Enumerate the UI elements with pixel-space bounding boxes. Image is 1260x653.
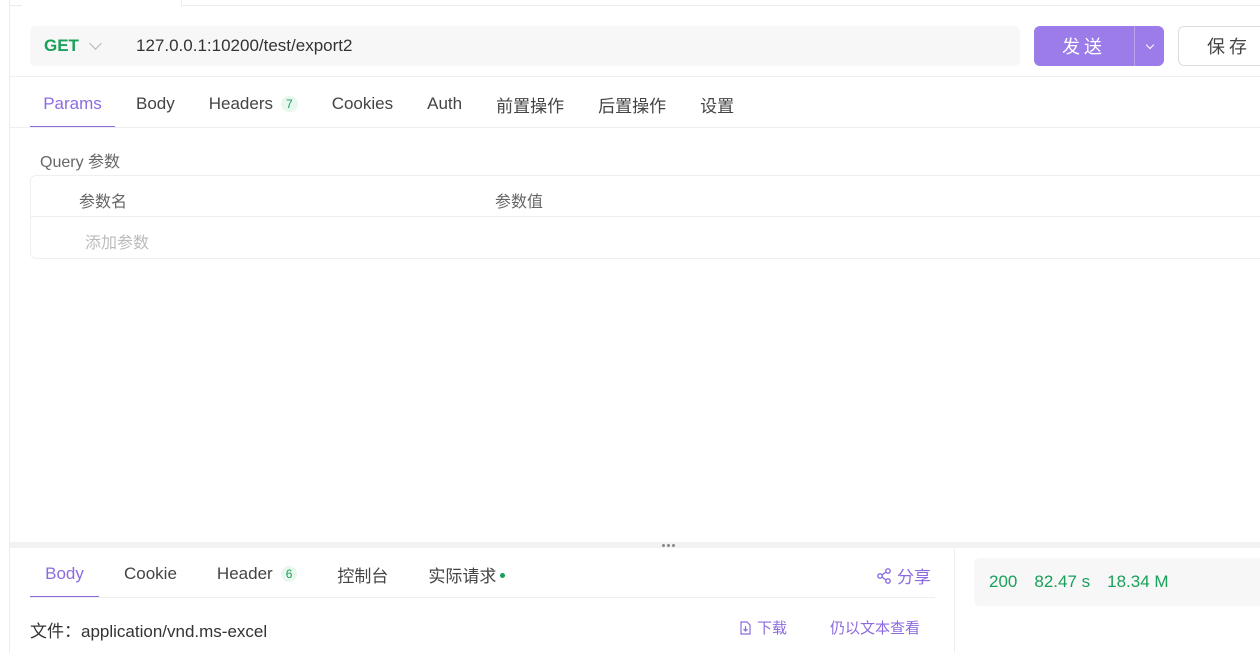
download-label: 下载: [757, 620, 788, 637]
tab-label: Auth: [427, 94, 463, 113]
share-icon: [877, 567, 891, 584]
tab-label: Params: [43, 94, 102, 113]
send-dropdown-button[interactable]: [1134, 26, 1164, 66]
response-tab-console[interactable]: 控制台: [337, 550, 388, 598]
tab-auth[interactable]: Auth: [427, 80, 462, 128]
chevron-down-icon: [1145, 40, 1154, 49]
divider: [10, 127, 1260, 128]
header-count-badge: 6: [280, 566, 298, 582]
tab-label: 后置操作: [598, 96, 667, 116]
headers-count-badge: 7: [281, 96, 298, 112]
request-tabs: Params Body Headers 7 Cookies Auth 前置操作 …: [30, 80, 734, 128]
divider: [10, 76, 1260, 77]
tab-label: Cookies: [331, 94, 394, 113]
column-header-name: 参数名: [79, 194, 128, 211]
active-document-tab[interactable]: [22, 0, 182, 6]
divider: [954, 548, 955, 653]
status-dot-icon: [500, 572, 506, 578]
tab-params[interactable]: Params: [30, 80, 115, 128]
query-params-title: Query 参数: [40, 154, 121, 171]
tab-post-operations[interactable]: 后置操作: [598, 80, 666, 128]
send-button[interactable]: 发送: [1034, 26, 1134, 66]
tab-label: 实际请求: [428, 566, 497, 586]
response-size: 18.34 M: [1107, 572, 1169, 591]
table-header: 参数名 参数值: [31, 176, 1260, 217]
tab-label: Header: [216, 564, 273, 583]
download-icon: [740, 620, 751, 635]
tab-body[interactable]: Body: [136, 80, 175, 128]
tab-label: Body: [136, 94, 175, 113]
method-label: GET: [44, 36, 79, 55]
url-input[interactable]: [120, 26, 1000, 66]
response-tab-body[interactable]: Body: [30, 550, 99, 598]
response-tab-header[interactable]: Header 6: [216, 550, 298, 598]
tab-label: Body: [45, 564, 84, 583]
drag-handle-icon[interactable]: [662, 544, 675, 547]
tab-pre-operations[interactable]: 前置操作: [496, 80, 564, 128]
tab-label: 设置: [700, 96, 735, 116]
tab-label: Headers: [208, 94, 274, 113]
response-time: 82.47 s: [1034, 572, 1091, 591]
tab-cookies[interactable]: Cookies: [332, 80, 393, 128]
add-param-input[interactable]: 添加参数: [85, 229, 149, 253]
chevron-down-icon: [89, 37, 102, 50]
panel-splitter[interactable]: [10, 542, 1260, 548]
column-header-value: 参数值: [495, 194, 544, 211]
top-tab-strip: [10, 0, 1260, 6]
request-bar: GET: [30, 26, 1020, 66]
tab-settings[interactable]: 设置: [700, 80, 734, 128]
api-client-page: GET 发送 保存 Params Body Headers 7 Cookies …: [0, 0, 1260, 653]
view-as-text-button[interactable]: 仍以文本查看: [830, 617, 920, 638]
response-tab-actual-request[interactable]: 实际请求: [428, 550, 506, 598]
query-params-table: 参数名 参数值 添加参数: [30, 175, 1260, 259]
status-code: 200: [989, 572, 1018, 591]
method-select[interactable]: GET: [30, 26, 120, 66]
file-type-label: 文件：application/vnd.ms-excel: [30, 622, 268, 641]
share-label: 分享: [897, 568, 931, 587]
response-tabs: Body Cookie Header 6 控制台 实际请求: [30, 550, 506, 598]
tab-headers[interactable]: Headers 7: [209, 80, 298, 128]
response-tab-cookie[interactable]: Cookie: [124, 550, 177, 598]
tab-label: 控制台: [337, 566, 389, 586]
download-button[interactable]: 下载: [739, 617, 787, 638]
save-button[interactable]: 保存: [1178, 26, 1260, 66]
tab-label: 前置操作: [496, 96, 565, 116]
tab-label: Cookie: [124, 564, 177, 583]
left-edge-panel: [0, 0, 10, 653]
share-button[interactable]: 分享: [876, 563, 931, 588]
response-status-summary: 200 82.47 s 18.34 M: [974, 558, 1260, 606]
divider: [30, 597, 935, 598]
